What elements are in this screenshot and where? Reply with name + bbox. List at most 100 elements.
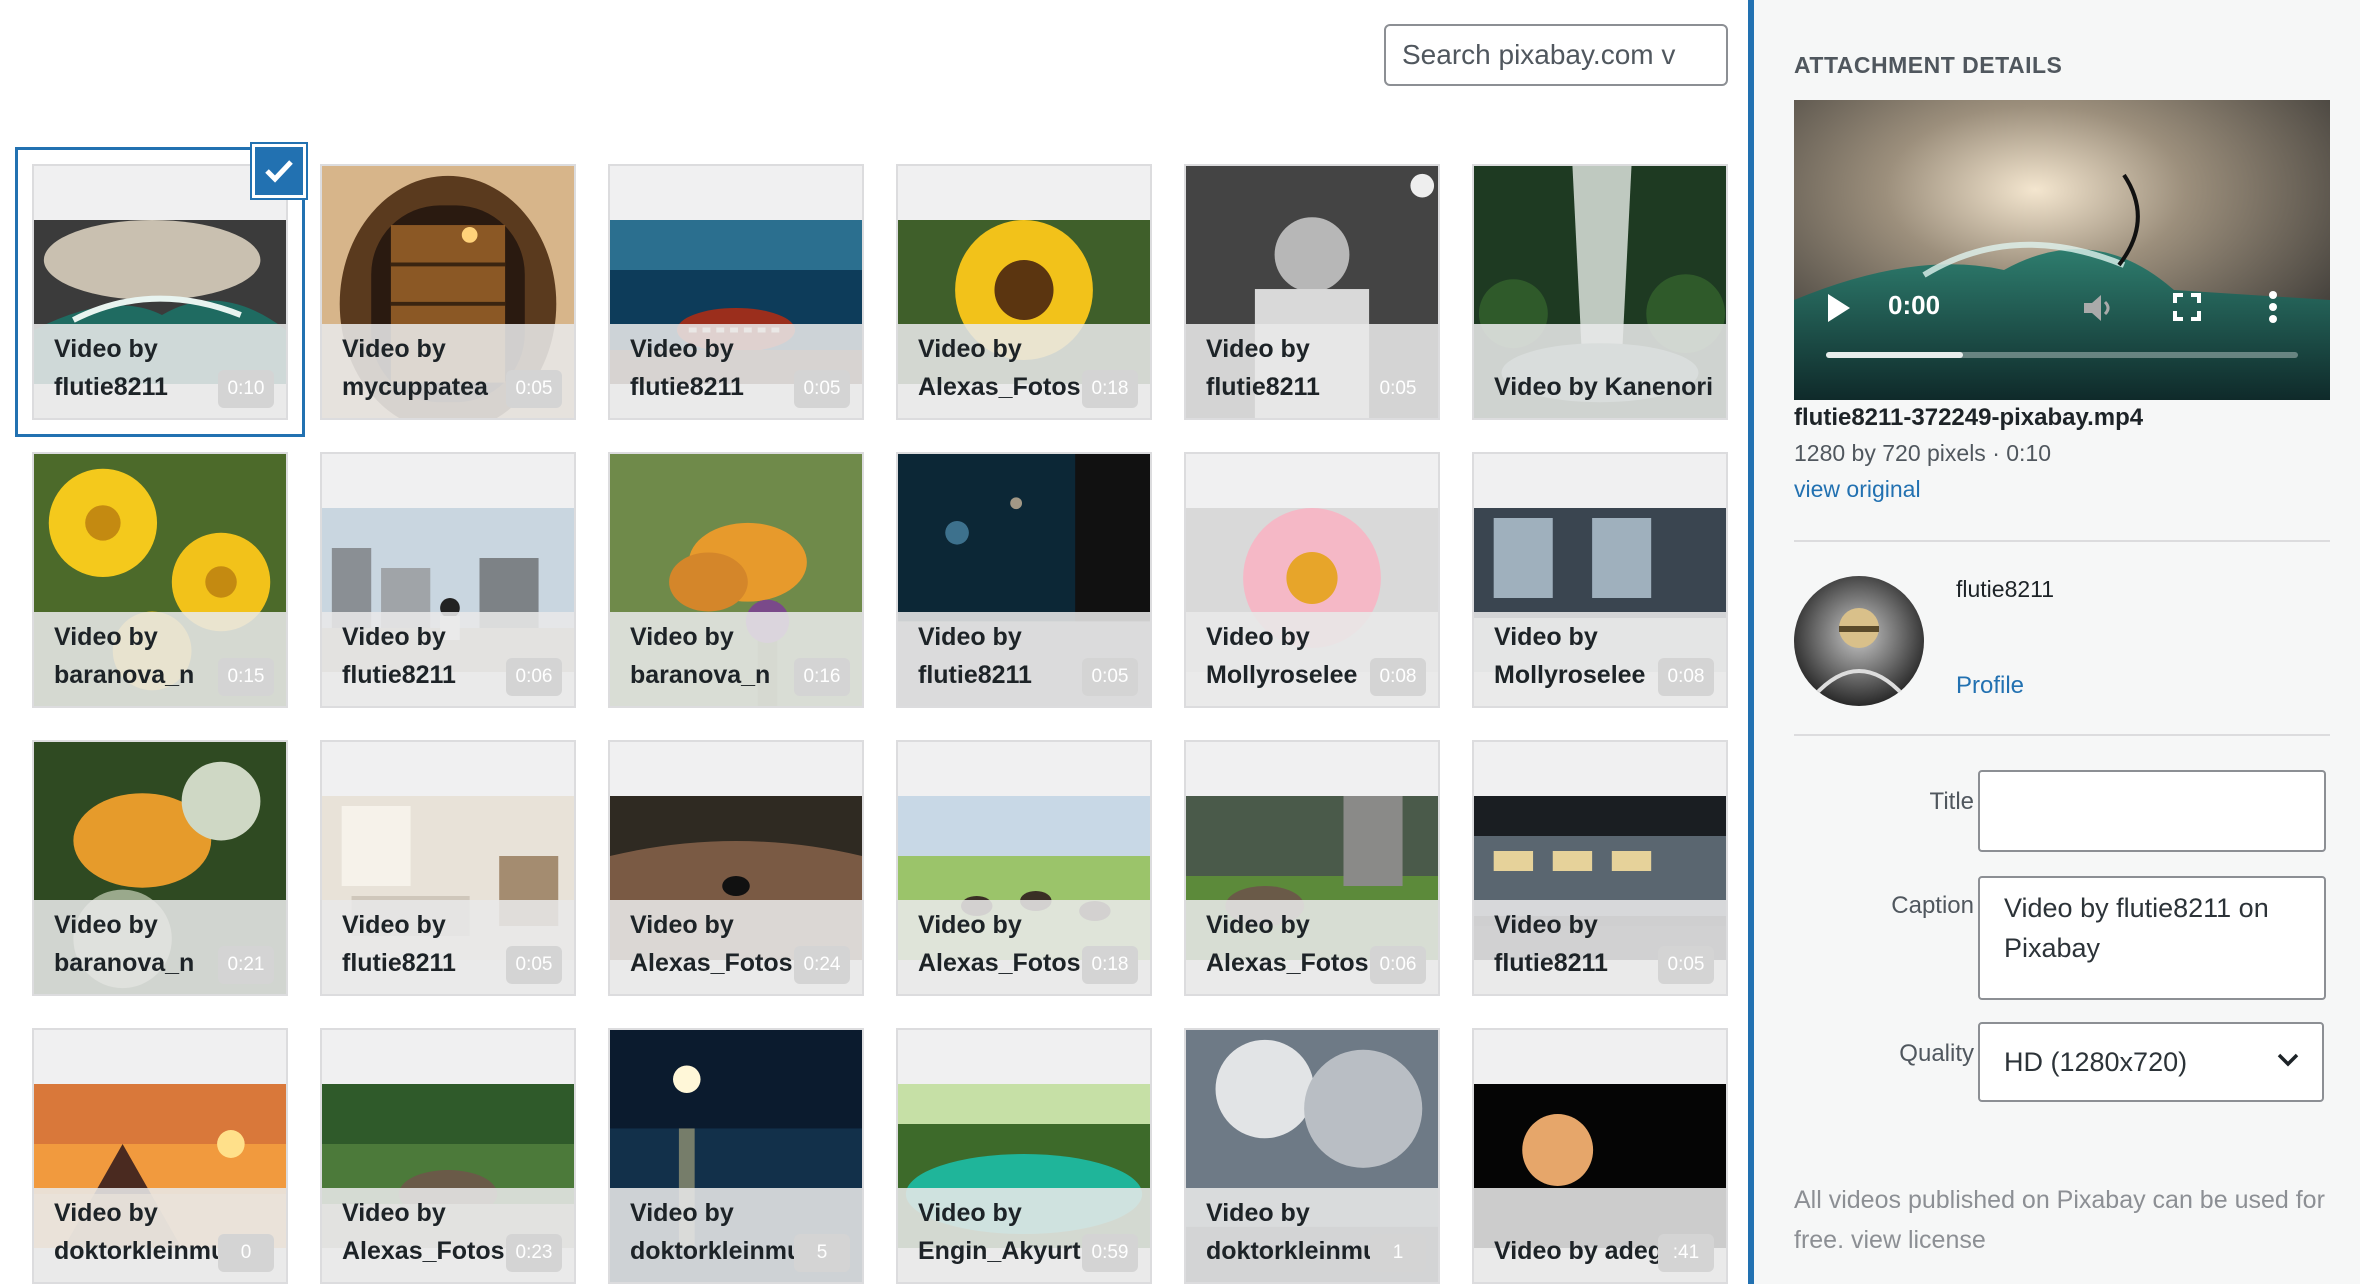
duration-badge: 0:24 (794, 946, 850, 984)
title-field[interactable] (1978, 770, 2326, 852)
checkmark-icon (265, 160, 293, 183)
tile-caption-line: Video by (1206, 623, 1310, 651)
tile-caption-line: Video by (1206, 911, 1310, 939)
duration-badge: 5 (794, 1234, 850, 1272)
progress-fill (1826, 352, 1963, 358)
media-tile[interactable]: Video by flutie8211 0:05 (1184, 164, 1440, 420)
tile-caption-line: Video by Kanenori (1494, 373, 1714, 401)
current-time: 0:00 (1888, 290, 1941, 320)
quality-label: Quality (1899, 1040, 1974, 1067)
media-library-app: Video byflutie82110:10Video bymycuppatea… (0, 0, 2360, 1284)
caption-label: Caption (1891, 892, 1974, 919)
media-tile[interactable]: Video by Engin_Akyurt 0:59 (896, 1028, 1152, 1284)
media-tile[interactable]: Video by Kanenori (1472, 164, 1728, 420)
tile-caption-line: Video by (1206, 1199, 1310, 1227)
tile-caption-line: Video by (918, 911, 1022, 939)
duration-badge: 0:05 (1658, 946, 1714, 984)
duration-badge: 0 (218, 1234, 274, 1272)
duration-badge: 0:05 (1082, 658, 1138, 696)
media-grid: Video by flutie8211 0:10 Video by mycuppatea… (0, 0, 1740, 1284)
tile-caption-line: Video by (918, 1199, 1022, 1227)
duration-badge: :41 (1658, 1234, 1714, 1272)
duration-badge: 1 (1370, 1234, 1426, 1272)
progress-bar[interactable] (1826, 352, 2298, 358)
media-tile[interactable]: Video by Alexas_Fotos 0:23 (320, 1028, 576, 1284)
duration-badge: 0:08 (1370, 658, 1426, 696)
volume-icon[interactable] (2080, 290, 2116, 326)
media-tile[interactable]: Video by mycuppatea 0:05 (320, 164, 576, 420)
tile-caption: Video by Kanenori (1494, 368, 1716, 406)
duration-badge: 0:08 (1658, 658, 1714, 696)
media-tile[interactable]: Video by Mollyroselee 0:08 (1184, 452, 1440, 708)
profile-link[interactable]: Profile (1956, 672, 2024, 700)
attachment-meta: 1280 by 720 pixels · 0:10 (1794, 440, 2052, 466)
duration-badge: 0:05 (506, 370, 562, 408)
author-username: flutie8211 (1956, 576, 2055, 602)
avatar (1794, 576, 1924, 706)
tile-caption-line: Video by (1494, 623, 1598, 651)
duration-badge: 0:05 (1370, 370, 1426, 408)
divider (1794, 734, 2330, 736)
duration-badge: 0:06 (1370, 946, 1426, 984)
media-tile[interactable]: Video by doktorkleinmusic 1 (1184, 1028, 1440, 1284)
media-tile[interactable]: Video by baranova_n 0:16 (608, 452, 864, 708)
duration-badge: 0:18 (1082, 370, 1138, 408)
tile-caption-line: Video by (630, 623, 734, 651)
tile-caption-line: Video by (630, 911, 734, 939)
attachment-details-panel: ATTACHMENT DETAILS 0:00 flutie8211-37224… (1748, 0, 2360, 1284)
tile-caption-line: Video by (54, 1199, 158, 1227)
tile-caption-line: Video by (54, 911, 158, 939)
selected-checkmark[interactable] (252, 144, 306, 198)
panel-heading: ATTACHMENT DETAILS (1794, 52, 2063, 78)
play-icon[interactable] (1824, 292, 1852, 324)
chevron-down-icon (2277, 1053, 2299, 1067)
duration-badge: 0:59 (1082, 1234, 1138, 1272)
duration-badge: 0:23 (506, 1234, 562, 1272)
media-tile[interactable]: Video by Alexas_Fotos 0:24 (608, 740, 864, 996)
duration-badge: 0:18 (1082, 946, 1138, 984)
duration-badge: 0:05 (506, 946, 562, 984)
view-license-link[interactable]: view license (1851, 1226, 1986, 1254)
title-label: Title (1929, 788, 1974, 815)
media-tile[interactable]: Video by adege:41 (1472, 1028, 1728, 1284)
media-tile[interactable]: Video by baranova_n 0:21 (32, 740, 288, 996)
caption-field[interactable] (1978, 876, 2326, 1000)
quality-value: HD (1280x720) (2004, 1047, 2188, 1077)
duration-badge: 0:05 (794, 370, 850, 408)
fullscreen-icon[interactable] (2172, 292, 2202, 322)
media-tile[interactable]: Video by Alexas_Fotos 0:18 (896, 164, 1152, 420)
media-tile[interactable]: Video by flutie8211 0:05 (320, 740, 576, 996)
attachment-filename: flutie8211-372249-pixabay.mp4 (1794, 404, 2144, 431)
license-note: All videos published on Pixabay can be u… (1794, 1180, 2334, 1260)
tile-caption-line: Video by (342, 335, 446, 363)
quality-select[interactable]: HD (1280x720) (1978, 1022, 2324, 1102)
tile-caption-line: Video by (918, 623, 1022, 651)
media-tile[interactable]: Video by doktorkleinmusic 5 (608, 1028, 864, 1284)
tile-caption-line: Video by (630, 1199, 734, 1227)
tile-caption-line: Video by (54, 623, 158, 651)
media-tile[interactable]: Video by flutie8211 0:05 (896, 452, 1152, 708)
tile-caption-line: Video by (54, 335, 158, 363)
tile-caption-line: Video by (342, 1199, 446, 1227)
media-tile[interactable]: Video by Mollyroselee 0:08 (1472, 452, 1728, 708)
duration-badge: 0:10 (218, 370, 274, 408)
media-tile[interactable]: Video by flutie8211 0:05 (608, 164, 864, 420)
media-tile[interactable]: Video by doktorkleinmusic 0 (32, 1028, 288, 1284)
duration-badge: 0:16 (794, 658, 850, 696)
duration-badge: 0:15 (218, 658, 274, 696)
media-tile[interactable]: Video by flutie8211 0:05 (1472, 740, 1728, 996)
media-tile[interactable]: Video by Alexas_Fotos 0:06 (1184, 740, 1440, 996)
media-tile[interactable]: Video by flutie8211 0:06 (320, 452, 576, 708)
more-options-icon[interactable] (2268, 290, 2278, 324)
tile-caption-line: Video by (918, 335, 1022, 363)
video-player[interactable]: 0:00 (1794, 100, 2330, 400)
tile-caption-line: Video by (1494, 911, 1598, 939)
duration-badge: 0:21 (218, 946, 274, 984)
media-tile[interactable]: Video by baranova_n 0:15 (32, 452, 288, 708)
media-tile[interactable]: Video by flutie8211 0:10 (15, 147, 305, 437)
tile-caption-line: Video by (1206, 335, 1310, 363)
tile-caption-line: Video by (630, 335, 734, 363)
tile-caption-line: Video by (342, 623, 446, 651)
view-original-link[interactable]: view original (1794, 476, 1921, 503)
media-tile[interactable]: Video by Alexas_Fotos 0:18 (896, 740, 1152, 996)
